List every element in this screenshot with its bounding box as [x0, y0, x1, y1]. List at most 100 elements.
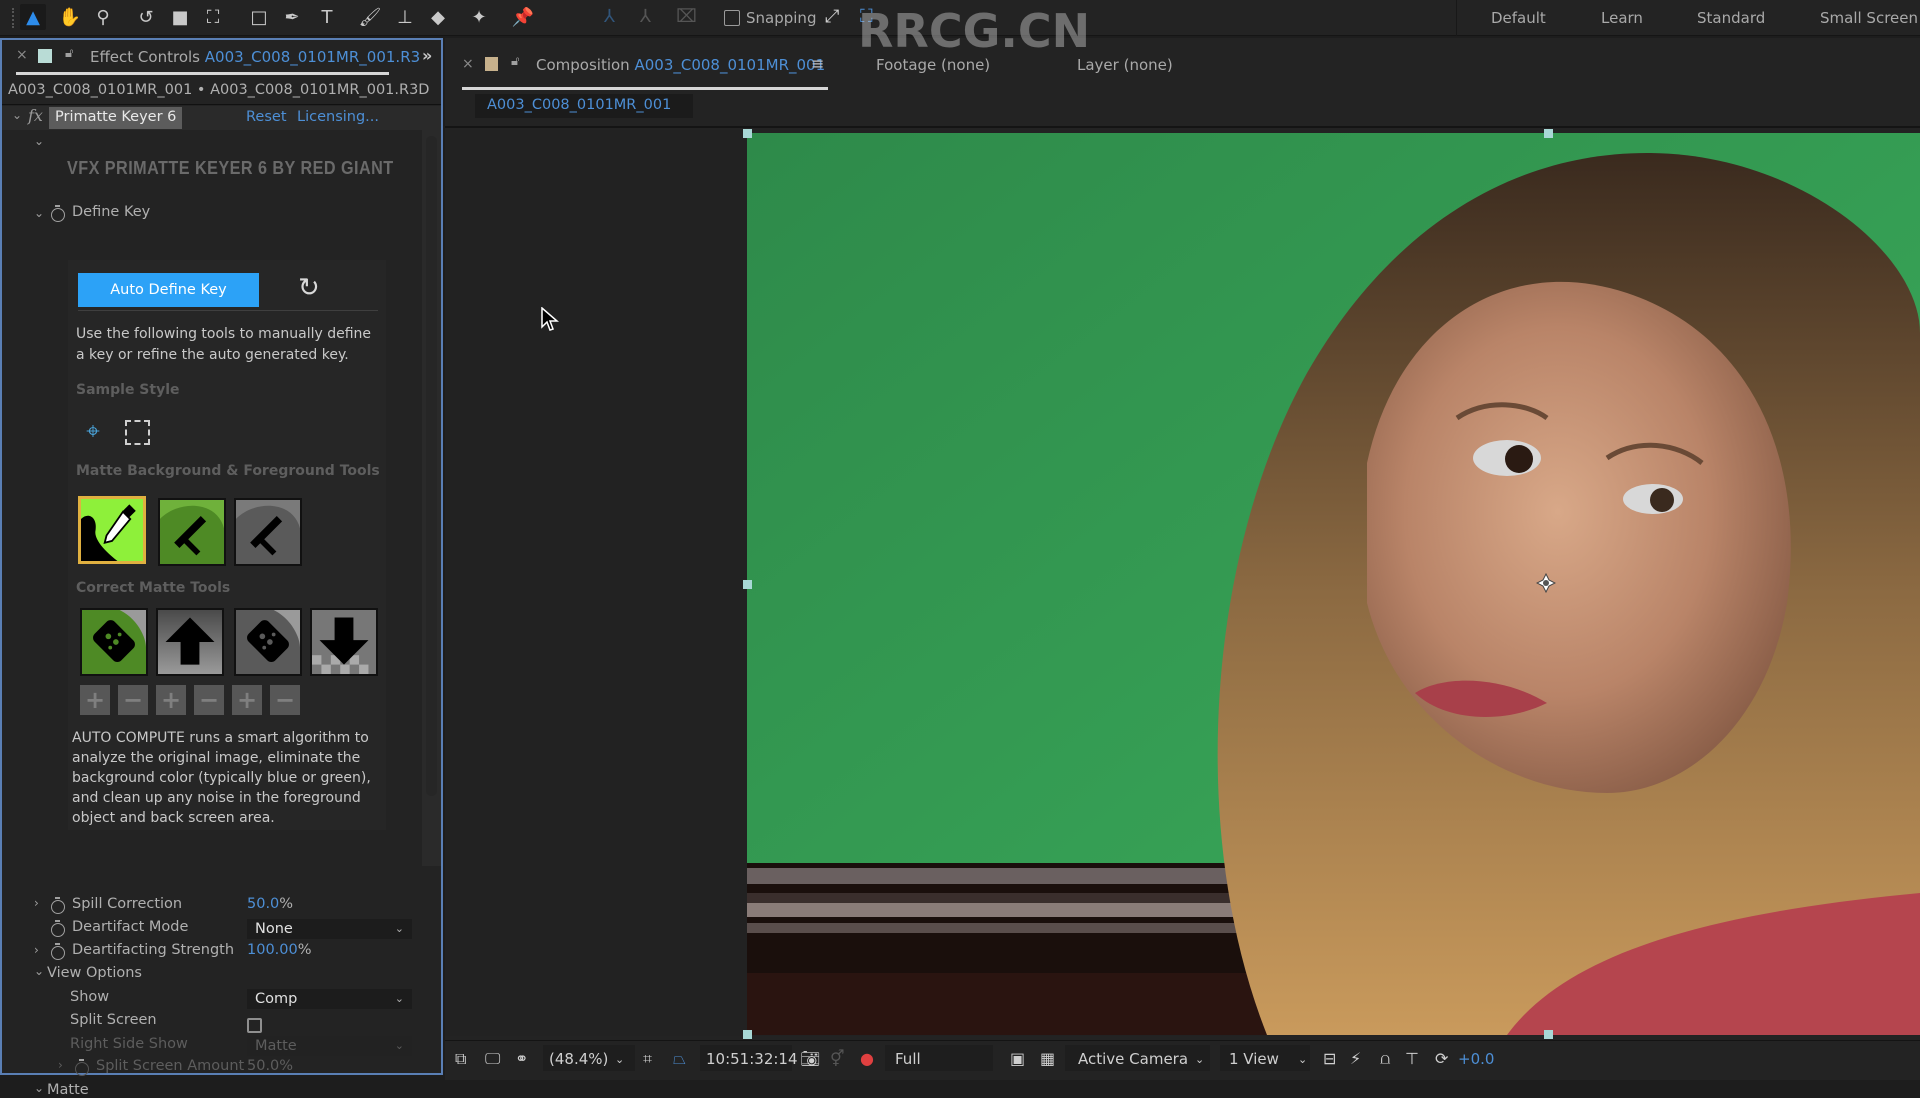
- layer-handle[interactable]: [743, 129, 752, 138]
- reset-exposure-icon[interactable]: ⟳: [1435, 1049, 1448, 1068]
- select-background-tool[interactable]: [78, 496, 146, 564]
- view-options-label[interactable]: View Options: [47, 965, 142, 981]
- effect-name[interactable]: Primatte Keyer 6: [49, 107, 183, 129]
- fx-icon[interactable]: fx: [28, 106, 43, 125]
- composition-viewer[interactable]: [445, 129, 1920, 1039]
- layer-handle[interactable]: [743, 580, 752, 589]
- toolbar-grip[interactable]: [12, 8, 18, 28]
- lock-icon[interactable]: 🔓︎: [511, 54, 519, 69]
- matte-chevron-icon[interactable]: ⌄: [34, 1081, 44, 1095]
- magnification-value[interactable]: (48.4%): [549, 1050, 608, 1068]
- workspace-small-screen[interactable]: Small Screen: [1820, 9, 1918, 27]
- brush-tool-icon[interactable]: 🖌: [357, 4, 383, 30]
- lock-icon[interactable]: 🔓︎: [65, 46, 73, 61]
- color-channel-icon[interactable]: ●: [860, 1049, 874, 1068]
- type-tool-icon[interactable]: T: [314, 4, 340, 30]
- snapping-checkbox[interactable]: [724, 10, 740, 26]
- camera-view-value[interactable]: Active Camera: [1078, 1050, 1188, 1068]
- footage-frame[interactable]: [747, 133, 1920, 1035]
- view-layout-value[interactable]: 1 View: [1229, 1050, 1279, 1068]
- workspace-learn[interactable]: Learn: [1601, 9, 1643, 27]
- subtract-button[interactable]: −: [270, 685, 300, 715]
- add-button[interactable]: +: [80, 685, 110, 715]
- matte-sponge-tool[interactable]: [234, 608, 302, 676]
- stopwatch-icon[interactable]: [51, 920, 65, 937]
- clean-background-tool[interactable]: [158, 498, 226, 566]
- matte-section-label[interactable]: Matte: [47, 1082, 89, 1098]
- snapshot-camera-icon[interactable]: 📷︎: [800, 1049, 820, 1068]
- matte-minus-tool[interactable]: [310, 608, 378, 676]
- close-tab-icon[interactable]: ×: [16, 47, 28, 63]
- add-button[interactable]: +: [232, 685, 262, 715]
- panel-menu-icon[interactable]: ≡: [811, 54, 824, 73]
- scrollbar-thumb[interactable]: [426, 136, 437, 796]
- panel-scrollbar[interactable]: [422, 106, 441, 866]
- workspace-standard[interactable]: Standard: [1697, 9, 1765, 27]
- panel-overflow-icon[interactable]: »: [422, 46, 432, 65]
- workspace-default[interactable]: Default: [1491, 9, 1546, 27]
- always-preview-icon[interactable]: ⧉: [455, 1049, 466, 1069]
- roto-brush-tool-icon[interactable]: ✦: [466, 4, 492, 30]
- spill-plus-tool[interactable]: [156, 608, 224, 676]
- plugin-ui-chevron-icon[interactable]: ⌄: [34, 134, 44, 148]
- composition-tab[interactable]: Composition A003_C008_0101MR_001: [536, 56, 825, 74]
- resolution-value[interactable]: Full: [895, 1050, 921, 1068]
- spill-sponge-tool[interactable]: [80, 608, 148, 676]
- layer-handle[interactable]: [743, 1030, 752, 1039]
- subtract-button[interactable]: −: [118, 685, 148, 715]
- pen-tool-icon[interactable]: ✒: [279, 4, 305, 30]
- deartifacting-strength-value[interactable]: 100.00%: [247, 942, 312, 958]
- fast-previews-icon[interactable]: ▣: [1010, 1049, 1025, 1068]
- show-snapshot-icon[interactable]: ⚥: [830, 1049, 844, 1068]
- view-options-chevron-icon[interactable]: ⌄: [34, 964, 44, 978]
- rectangle-tool-icon[interactable]: □: [246, 4, 272, 30]
- deartifacting-strength-expand-icon[interactable]: ›: [34, 943, 39, 957]
- comp-breadcrumb[interactable]: A003_C008_0101MR_001: [475, 94, 693, 118]
- toggle-transparency-icon[interactable]: ▦: [1040, 1049, 1055, 1068]
- timeline-icon[interactable]: ⩍: [1380, 1049, 1390, 1069]
- zoom-tool-icon[interactable]: ⚲: [90, 4, 116, 30]
- rect-sample-icon[interactable]: [125, 420, 150, 445]
- clone-stamp-tool-icon[interactable]: ⊥: [392, 4, 418, 30]
- monitor-icon[interactable]: 🖵: [485, 1049, 500, 1069]
- exposure-value[interactable]: +0.0: [1458, 1050, 1494, 1068]
- flowchart-icon[interactable]: ⊤: [1405, 1049, 1419, 1068]
- world-axis-mode-icon[interactable]: ⅄: [640, 6, 664, 30]
- subtract-button[interactable]: −: [194, 685, 224, 715]
- snap-option-icon[interactable]: ⤢: [825, 6, 839, 27]
- show-dropdown[interactable]: Comp ⌄: [247, 989, 412, 1009]
- layer-handle[interactable]: [1544, 1030, 1553, 1039]
- fast-draft-icon[interactable]: ⚡︎: [1350, 1049, 1361, 1068]
- define-key-chevron-icon[interactable]: ⌄: [34, 206, 44, 220]
- anchor-point-icon[interactable]: [1536, 573, 1556, 593]
- layer-tab[interactable]: Layer (none): [1077, 56, 1173, 74]
- region-of-interest-icon[interactable]: ⌗: [643, 1049, 652, 1069]
- reset-link[interactable]: Reset: [246, 109, 287, 125]
- split-amount-expand-icon[interactable]: ›: [58, 1058, 63, 1072]
- clean-foreground-tool[interactable]: [234, 498, 302, 566]
- reset-key-icon[interactable]: ↻: [298, 273, 320, 303]
- eraser-tool-icon[interactable]: ◆: [425, 4, 451, 30]
- point-sample-icon[interactable]: ⌖: [80, 418, 106, 444]
- hand-tool-icon[interactable]: ✋: [57, 4, 83, 30]
- transparency-grid-icon[interactable]: ⏢: [673, 1049, 686, 1069]
- selection-tool-icon[interactable]: ▲: [20, 4, 46, 30]
- vr-goggles-icon[interactable]: ⚭: [515, 1049, 528, 1068]
- pan-behind-tool-icon[interactable]: ⛶: [200, 4, 226, 30]
- effect-controls-tab[interactable]: × 🔓︎ Effect Controls A003_C008_0101MR_00…: [2, 40, 441, 75]
- puppet-pin-tool-icon[interactable]: 📌: [510, 4, 536, 30]
- stopwatch-icon[interactable]: [51, 897, 65, 914]
- stopwatch-icon[interactable]: [75, 1059, 89, 1076]
- stopwatch-icon[interactable]: [51, 205, 65, 222]
- deartifact-mode-dropdown[interactable]: None ⌄: [247, 919, 412, 939]
- split-screen-checkbox[interactable]: [247, 1018, 262, 1033]
- add-button[interactable]: +: [156, 685, 186, 715]
- right-side-show-dropdown[interactable]: Matte ⌄: [247, 1036, 412, 1056]
- rotation-tool-icon[interactable]: ↺: [133, 4, 159, 30]
- stopwatch-icon[interactable]: [51, 943, 65, 960]
- collapse-chevron-icon[interactable]: ⌄: [12, 108, 22, 122]
- snap-feature-icon[interactable]: ⛶: [860, 6, 873, 27]
- local-axis-mode-icon[interactable]: ⅄: [604, 6, 628, 30]
- footage-tab[interactable]: Footage (none): [876, 56, 990, 74]
- spill-correction-expand-icon[interactable]: ›: [34, 896, 39, 910]
